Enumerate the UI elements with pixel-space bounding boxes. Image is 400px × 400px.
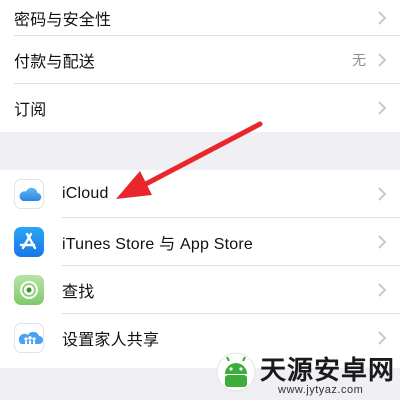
app-store-icon [14, 227, 44, 257]
chevron-right-icon [378, 101, 387, 115]
row-label: iCloud [62, 185, 109, 202]
settings-row-subscriptions[interactable]: 订阅 [0, 84, 400, 132]
settings-row-icloud[interactable]: iCloud [0, 170, 400, 218]
settings-row-find-my[interactable]: 查找 [0, 266, 400, 314]
chevron-right-icon [378, 53, 387, 67]
chevron-right-icon [378, 283, 387, 297]
row-label: 查找 [62, 284, 95, 301]
family-sharing-icon [14, 323, 44, 353]
settings-row-payment-shipping[interactable]: 付款与配送 无 [0, 36, 400, 84]
watermark-title: 天源安卓网 [260, 356, 396, 386]
row-label: 设置家人共享 [62, 332, 160, 349]
row-value: 无 [352, 52, 366, 68]
settings-row-itunes-app-store[interactable]: iTunes Store 与 App Store [0, 218, 400, 266]
row-label: 付款与配送 [14, 54, 96, 71]
row-label: 订阅 [14, 102, 47, 119]
find-my-icon [14, 275, 44, 305]
watermark-url: www.jytyaz.com [278, 384, 364, 396]
settings-row-password-security[interactable]: 密码与安全性 [0, 0, 400, 36]
chevron-right-icon [378, 235, 387, 249]
chevron-right-icon [378, 11, 387, 25]
chevron-right-icon [378, 331, 387, 345]
android-logo-icon [216, 352, 256, 392]
watermark: 天源安卓网 www.jytyaz.com [216, 346, 400, 400]
apps-settings-group: iCloud iTunes Store 与 App Store 查找 设置家人共… [0, 170, 400, 368]
account-settings-group: 密码与安全性 付款与配送 无 订阅 [0, 0, 400, 132]
row-label: 密码与安全性 [14, 12, 112, 29]
icloud-icon [14, 179, 44, 209]
chevron-right-icon [378, 187, 387, 201]
row-label: iTunes Store 与 App Store [62, 236, 253, 253]
